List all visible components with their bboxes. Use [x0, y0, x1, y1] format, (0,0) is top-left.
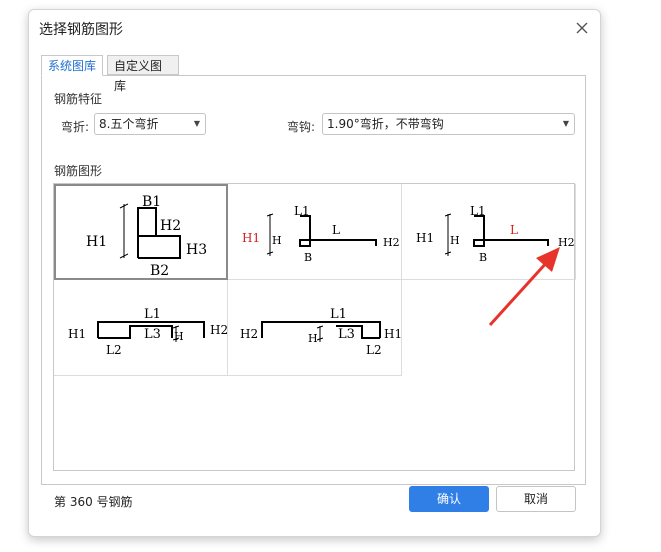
shape-cell-1[interactable]: B1 H2 H1 H3 B2 — [54, 184, 228, 280]
label-l: L — [510, 223, 518, 237]
shape-cell-2[interactable]: H1 H L1 L H2 B — [228, 184, 402, 280]
label-h1: H1 — [384, 327, 402, 341]
dialog-title: 选择钢筋图形 — [39, 22, 123, 38]
label-h3: H3 — [186, 242, 207, 258]
hook-label: 弯钩: — [287, 120, 316, 134]
rebar-number-label: 第 360 号钢筋 — [54, 495, 133, 509]
label-h2: H2 — [558, 236, 575, 249]
label-h: H — [450, 234, 460, 247]
label-h2: H2 — [240, 327, 258, 341]
label-l1: L1 — [144, 307, 161, 322]
bend-label: 弯折: — [61, 120, 90, 134]
label-l: L — [332, 223, 340, 237]
chevron-down-icon: ▼ — [193, 119, 200, 128]
label-h: H — [174, 330, 184, 343]
rebar-shape-dialog: 选择钢筋图形 系统图库 自定义图库 钢筋特征 弯折: 8.五个弯折 ▼ 弯钩: … — [28, 9, 601, 537]
label-h1: H1 — [68, 327, 86, 341]
close-icon[interactable] — [571, 17, 593, 39]
label-l2: L2 — [366, 343, 382, 357]
label-h2: H2 — [160, 218, 181, 234]
shape-grid: B1 H2 H1 H3 B2 H1 H L1 L H2 B H1 H L1 L … — [53, 183, 576, 471]
cancel-button[interactable]: 取消 — [496, 486, 576, 512]
label-l2: L2 — [106, 343, 122, 357]
label-l3: L3 — [338, 327, 355, 342]
label-h1: H1 — [242, 231, 260, 245]
label-l1: L1 — [330, 307, 347, 322]
shape-cell-5[interactable]: L1 H2 H L3 H1 L2 — [228, 280, 402, 376]
label-h: H — [308, 332, 318, 345]
label-b1: B1 — [142, 194, 161, 210]
label-b2: B2 — [150, 263, 169, 278]
label-h1: H1 — [416, 231, 434, 245]
features-section-label: 钢筋特征 — [54, 92, 103, 106]
label-h: H — [272, 234, 282, 247]
label-l1: L1 — [294, 204, 310, 218]
bend-select[interactable]: 8.五个弯折 ▼ — [94, 113, 206, 135]
shape-cell-3[interactable]: H1 H L1 L H2 B — [402, 184, 576, 280]
hook-select-value: 1.90°弯折，不带弯钩 — [327, 117, 444, 131]
shape-cell-4[interactable]: L1 H1 L3 H H2 L2 — [54, 280, 228, 376]
label-h2: H2 — [383, 236, 400, 249]
label-b: B — [479, 251, 487, 264]
label-b: B — [304, 251, 312, 264]
tab-system-library[interactable]: 系统图库 — [41, 55, 103, 76]
chevron-down-icon: ▼ — [562, 119, 569, 128]
hook-select[interactable]: 1.90°弯折，不带弯钩 ▼ — [322, 113, 575, 135]
label-l1: L1 — [470, 204, 486, 218]
label-l3: L3 — [144, 327, 161, 342]
shapes-section-label: 钢筋图形 — [54, 164, 103, 178]
label-h1: H1 — [86, 234, 107, 250]
label-h2: H2 — [210, 323, 228, 337]
ok-button[interactable]: 确认 — [409, 486, 489, 512]
tab-custom-library[interactable]: 自定义图库 — [107, 55, 179, 93]
bend-select-value: 8.五个弯折 — [99, 117, 159, 131]
